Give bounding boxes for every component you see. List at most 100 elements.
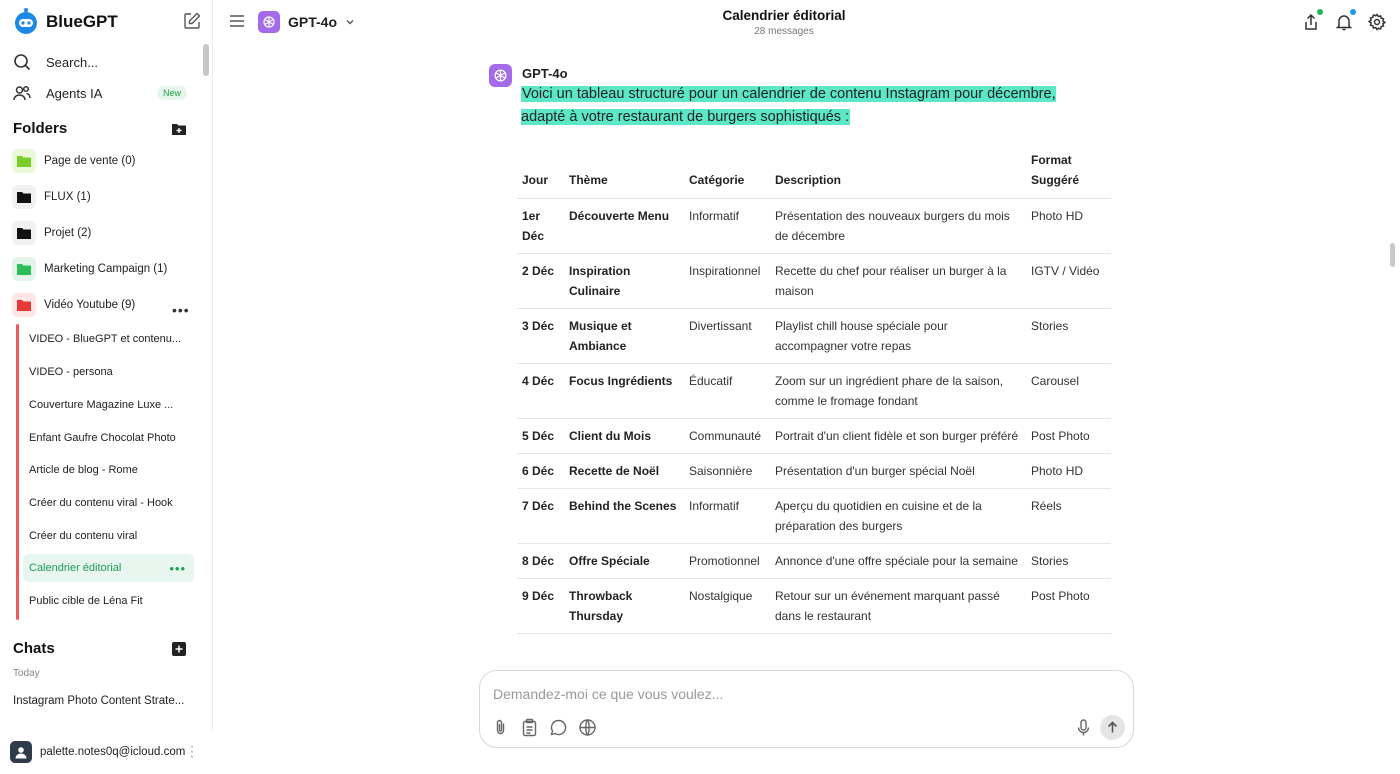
- microphone-icon[interactable]: [1074, 718, 1093, 737]
- chat-bubble-icon[interactable]: [549, 718, 568, 737]
- table-header-row: Jour Thème Catégorie Description Format …: [517, 150, 1111, 199]
- folder-label: FLUX (1): [44, 191, 91, 203]
- column-header: Thème: [564, 150, 684, 199]
- cell-day: 6 Déc: [517, 453, 564, 489]
- subfolder-item[interactable]: VIDEO - BlueGPT et contenu...: [23, 325, 194, 353]
- folders-title: Folders: [13, 120, 68, 137]
- subfolder-item-active[interactable]: Calendrier éditorial •••: [23, 554, 194, 582]
- message-count: 28 messages: [754, 26, 814, 37]
- cell-description: Présentation d'un burger spécial Noël: [770, 453, 1026, 489]
- folder-label: Projet (2): [44, 227, 92, 239]
- folder-label: Marketing Campaign (1): [44, 263, 168, 275]
- prompt-input[interactable]: [493, 686, 1053, 702]
- chat-main: GPT-4o Calendrier éditorial 28 messages …: [214, 0, 1400, 774]
- user-menu-icon[interactable]: · · ·: [190, 740, 194, 762]
- subfolder-item-label: Calendrier éditorial: [29, 562, 122, 574]
- brand-name: BlueGPT: [46, 12, 118, 31]
- column-header: Catégorie: [684, 150, 770, 199]
- column-header: Description: [770, 150, 1026, 199]
- globe-icon[interactable]: [578, 718, 597, 737]
- cell-description: Retour sur un événement marquant passé d…: [770, 578, 1026, 634]
- arrow-up-icon: [1107, 721, 1118, 733]
- add-chat-icon[interactable]: [172, 642, 186, 656]
- new-chat-icon[interactable]: [183, 12, 200, 30]
- message-author: GPT-4o: [522, 66, 568, 81]
- subfolder-more-icon[interactable]: •••: [169, 561, 186, 576]
- folder-icon-wrap: [12, 149, 36, 173]
- brand[interactable]: BlueGPT: [12, 8, 118, 36]
- conversation-title: Calendrier éditorial: [722, 8, 846, 23]
- folder-projet[interactable]: Projet (2): [12, 221, 91, 245]
- search-label: Search...: [46, 54, 99, 70]
- paperclip-icon[interactable]: [491, 718, 510, 737]
- cell-format: Stories: [1026, 543, 1111, 579]
- cell-format: Photo HD: [1026, 453, 1111, 489]
- cell-description: Recette du chef pour réaliser un burger …: [770, 253, 1026, 309]
- chat-item[interactable]: Instagram Photo Content Strate...: [13, 695, 193, 707]
- sidebar-search[interactable]: Search...: [12, 52, 98, 72]
- folder-icon-wrap: [12, 221, 36, 245]
- clipboard-icon[interactable]: [520, 718, 539, 737]
- user-account[interactable]: palette.notes0q@icloud.com · · ·: [0, 730, 213, 774]
- table-row: 2 Déc Inspiration Culinaire Inspirationn…: [517, 253, 1111, 309]
- folder-icon: [17, 264, 31, 275]
- chat-scrollbar[interactable]: [1390, 243, 1395, 267]
- cell-category: Communauté: [684, 418, 770, 454]
- share-status-dot: [1317, 9, 1323, 15]
- cell-category: Inspirationnel: [684, 253, 770, 309]
- folder-label: Vidéo Youtube (9): [44, 299, 136, 311]
- table-row: 8 Déc Offre Spéciale Promotionnel Annonc…: [517, 543, 1111, 579]
- sidebar-scroll-area[interactable]: BlueGPT Search... Agents IA New Folders …: [0, 0, 200, 730]
- table-row: 7 Déc Behind the Scenes Informatif Aperç…: [517, 488, 1111, 544]
- share-icon[interactable]: [1302, 13, 1320, 31]
- cell-theme: Musique et Ambiance: [564, 308, 684, 364]
- folder-more-icon[interactable]: •••: [172, 302, 190, 318]
- table-row: 5 Déc Client du Mois Communauté Portrait…: [517, 418, 1111, 454]
- user-icon: [15, 747, 27, 759]
- folder-flux[interactable]: FLUX (1): [12, 185, 91, 209]
- cell-category: Saisonnière: [684, 453, 770, 489]
- cell-description: Playlist chill house spéciale pour accom…: [770, 308, 1026, 364]
- cell-description: Portrait d'un client fidèle et son burge…: [770, 418, 1026, 454]
- folder-video-youtube[interactable]: Vidéo Youtube (9): [12, 293, 135, 317]
- column-header: Jour: [517, 150, 564, 199]
- subfolder-item[interactable]: Créer du contenu viral: [23, 522, 194, 550]
- cell-description: Annonce d'une offre spéciale pour la sem…: [770, 543, 1026, 579]
- send-button[interactable]: [1100, 715, 1125, 740]
- cell-theme: Behind the Scenes: [564, 488, 684, 544]
- cell-day: 8 Déc: [517, 543, 564, 579]
- column-header: Format Suggéré: [1026, 150, 1111, 199]
- folder-marketing-campaign[interactable]: Marketing Campaign (1): [12, 257, 167, 281]
- content-calendar-table: Jour Thème Catégorie Description Format …: [517, 150, 1111, 634]
- search-icon: [14, 54, 31, 71]
- subfolder-item[interactable]: VIDEO - persona: [23, 358, 194, 386]
- subfolder-item[interactable]: Créer du contenu viral - Hook: [23, 489, 194, 517]
- sidebar-scrollbar[interactable]: [203, 44, 209, 76]
- subfolder-item[interactable]: Enfant Gaufre Chocolat Photo: [23, 424, 194, 452]
- cell-theme: Découverte Menu: [564, 198, 684, 254]
- folder-icon-wrap: [12, 293, 36, 317]
- cell-theme: Client du Mois: [564, 418, 684, 454]
- add-folder-icon[interactable]: [172, 122, 186, 136]
- subfolder-item[interactable]: Public cible de Léna Fit: [23, 587, 194, 615]
- subfolder-item[interactable]: Article de blog - Rome: [23, 456, 194, 484]
- cell-theme: Offre Spéciale: [564, 543, 684, 579]
- folder-page-de-vente[interactable]: Page de vente (0): [12, 149, 135, 173]
- cell-day: 3 Déc: [517, 308, 564, 364]
- sidebar-agents[interactable]: Agents IA: [12, 83, 102, 103]
- cell-category: Promotionnel: [684, 543, 770, 579]
- table-row: 9 Déc Throwback Thursday Nostalgique Ret…: [517, 578, 1111, 634]
- table-row: 1er Déc Découverte Menu Informatif Prése…: [517, 198, 1111, 254]
- table-row: 4 Déc Focus Ingrédients Éducatif Zoom su…: [517, 363, 1111, 419]
- cell-day: 1er Déc: [517, 198, 564, 254]
- subfolder-item[interactable]: Couverture Magazine Luxe ...: [23, 391, 194, 419]
- bell-icon[interactable]: [1335, 13, 1353, 31]
- folder-label: Page de vente (0): [44, 155, 136, 167]
- gear-icon[interactable]: [1368, 13, 1386, 31]
- cell-description: Aperçu du quotidien en cuisine et de la …: [770, 488, 1026, 544]
- cell-category: Informatif: [684, 198, 770, 254]
- cell-format: IGTV / Vidéo: [1026, 253, 1111, 309]
- cell-theme: Inspiration Culinaire: [564, 253, 684, 309]
- cell-description: Présentation des nouveaux burgers du moi…: [770, 198, 1026, 254]
- notification-dot: [1350, 9, 1356, 15]
